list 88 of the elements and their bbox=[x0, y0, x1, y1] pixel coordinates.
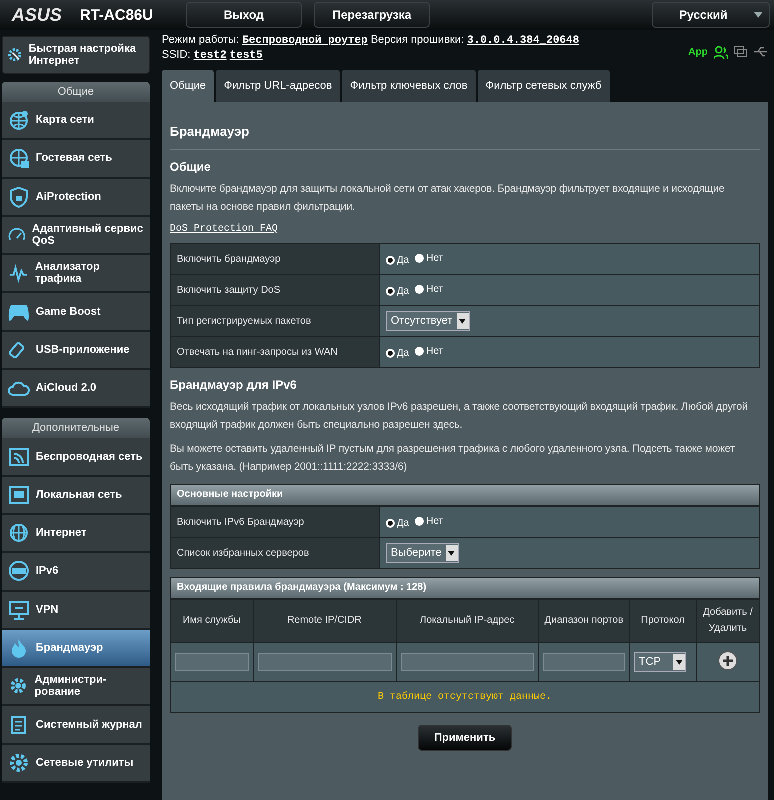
wifi-icon bbox=[8, 446, 30, 468]
page-title: Брандмауэр bbox=[170, 102, 760, 150]
setting-label: Включить брандмауэр bbox=[170, 244, 380, 274]
tab[interactable]: Фильтр сетевых служб bbox=[478, 70, 610, 102]
sidebar-item[interactable]: Администри-рование bbox=[2, 668, 150, 706]
menu-section-header: Дополнительные bbox=[2, 418, 150, 438]
apply-button[interactable]: Применить bbox=[418, 725, 512, 751]
column-header: Протокол bbox=[630, 600, 697, 642]
menu-section-header: Общие bbox=[2, 82, 150, 102]
model-name: RT-AC86U bbox=[80, 6, 154, 24]
header-button[interactable]: Выход bbox=[186, 2, 302, 28]
radio-button[interactable] bbox=[386, 286, 395, 296]
sidebar-item[interactable]: Сетевые утилиты bbox=[2, 744, 150, 784]
empty-table-message: В таблице отсутствуют данные. bbox=[170, 682, 760, 712]
radio-option[interactable]: Нет bbox=[415, 252, 444, 264]
quick-setup-item[interactable]: Быстрая настройка Интернет bbox=[2, 36, 150, 74]
sidebar-item[interactable]: USB-приложение bbox=[2, 332, 150, 370]
gear-icon bbox=[8, 752, 30, 774]
setting-label: Список избранных серверов bbox=[170, 538, 380, 568]
tab[interactable]: Общие bbox=[162, 70, 214, 102]
caret-icon bbox=[676, 660, 683, 664]
sidebar-item[interactable]: Локальная сеть bbox=[2, 476, 150, 515]
section-title: Общие bbox=[170, 160, 212, 174]
sidebar-item[interactable]: VPN bbox=[2, 592, 150, 630]
wave-icon bbox=[8, 262, 30, 284]
sidebar-item[interactable]: Game Boost bbox=[2, 293, 150, 332]
input-field[interactable] bbox=[175, 653, 249, 671]
app-link[interactable]: App bbox=[688, 46, 708, 58]
radio-button[interactable] bbox=[415, 516, 424, 526]
setting-label: Тип регистрируемых пакетов bbox=[170, 306, 380, 336]
setting-label: Включить IPv6 Брандмауэр bbox=[170, 506, 380, 538]
sidebar-item[interactable]: IPv6 bbox=[2, 553, 150, 592]
ssid-line: SSID: test2 test5 bbox=[162, 48, 264, 63]
dropdown[interactable]: Выберите bbox=[386, 543, 459, 563]
radio-button[interactable] bbox=[386, 518, 395, 528]
sidebar-item[interactable]: Гостевая сеть bbox=[2, 140, 150, 179]
radio-button[interactable] bbox=[415, 284, 424, 294]
column-header: Диапазон портов bbox=[538, 600, 630, 642]
caret-icon bbox=[459, 318, 466, 324]
input-field[interactable] bbox=[543, 653, 626, 671]
radio-button[interactable] bbox=[386, 256, 395, 264]
tab[interactable]: Фильтр URL-адресов bbox=[216, 70, 340, 102]
dropdown[interactable]: Отсутствует bbox=[386, 311, 470, 331]
users-icon[interactable] bbox=[714, 46, 728, 58]
setting-label: Включить защиту DoS bbox=[170, 274, 380, 306]
sidebar-item[interactable]: Брандмауэр bbox=[2, 630, 150, 668]
input-field[interactable] bbox=[258, 653, 392, 671]
sidebar-item[interactable]: Беспроводная сеть bbox=[2, 438, 150, 477]
setting-label: Отвечать на пинг-запросы из WAN bbox=[170, 336, 380, 368]
radio-option[interactable]: Нет bbox=[415, 516, 444, 526]
sidebar-item[interactable]: Анализатор трафика bbox=[2, 255, 150, 294]
radio-button[interactable] bbox=[415, 346, 424, 356]
sidebar-item[interactable]: Интернет bbox=[2, 514, 150, 554]
radio-button[interactable] bbox=[415, 254, 424, 262]
language-dropdown[interactable]: Русский bbox=[652, 2, 770, 28]
column-header: Remote IP/CIDR bbox=[253, 600, 396, 642]
input-field[interactable] bbox=[400, 653, 534, 671]
section-title: Брандмауэр для IPv6 bbox=[170, 378, 298, 392]
description: Включите брандмауэр для защиты локальной сети от атак хакеров. Брандмауэр фильтрует входящие и исходящие пакеты на основе правил фильтрации. bbox=[170, 182, 726, 215]
sidebar-item[interactable]: Адаптивный сервис QoS bbox=[2, 216, 150, 256]
sidebar-item[interactable]: Системный журнал bbox=[2, 706, 150, 745]
sidebar-item[interactable]: AiProtection bbox=[2, 178, 150, 217]
brand-logo: ASUS bbox=[12, 4, 64, 26]
tab[interactable]: Фильтр ключевых слов bbox=[342, 70, 476, 102]
description: Вы можете оставить удаленный IP пустым для разрешения трафика с любого удаленного узла. Подсеть также может быть указана. (Например 2001::1111:2222:3333/6) bbox=[170, 442, 736, 475]
sidebar-item[interactable]: Карта сети bbox=[2, 102, 150, 140]
radio-option[interactable]: Да bbox=[386, 286, 410, 296]
table-header-bar: Основные настройки bbox=[170, 484, 760, 506]
table-header-bar: Входящие правила брандмауэра (Максимум : 128) bbox=[170, 577, 760, 599]
radio-option[interactable]: Да bbox=[386, 348, 410, 358]
radio-option[interactable]: Да bbox=[386, 518, 410, 528]
protocol-dropdown[interactable]: TCP bbox=[634, 652, 686, 672]
caret-icon bbox=[448, 550, 456, 556]
status-line: Режим работы: Беспроводной роутер Версия прошивки: 3.0.0.4.384_20648 bbox=[162, 33, 580, 48]
add-icon[interactable] bbox=[718, 650, 738, 670]
faq-link[interactable]: DoS Protection FAQ bbox=[170, 224, 278, 235]
column-header: Имя службы bbox=[170, 600, 254, 642]
radio-option[interactable]: Нет bbox=[415, 284, 444, 294]
sidebar-item[interactable]: AiCloud 2.0 bbox=[2, 370, 150, 408]
shield-icon bbox=[8, 186, 30, 208]
radio-option[interactable]: Нет bbox=[415, 346, 444, 356]
description: Весь исходящий трафик от локальных узлов IPv6 разрешен, а также соответствующий входящий трафик. Любой другой входящий трафик должен быть специально разрешен здесь. bbox=[170, 400, 750, 433]
caret-icon bbox=[754, 12, 763, 18]
radio-button[interactable] bbox=[386, 348, 395, 358]
column-header: Добавить / Удалить bbox=[696, 600, 760, 642]
radio-option[interactable]: Да bbox=[386, 254, 410, 266]
column-header: Локальный IP-адрес bbox=[396, 600, 539, 642]
header-button[interactable]: Перезагрузка bbox=[314, 2, 430, 28]
